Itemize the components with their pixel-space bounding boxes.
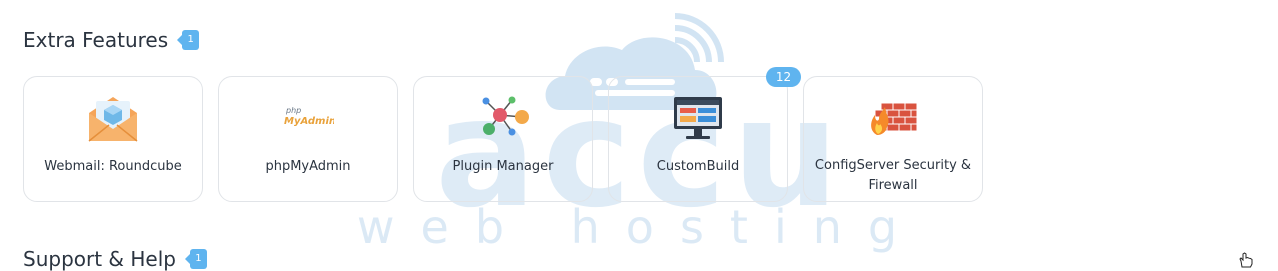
firewall-icon: [871, 102, 918, 135]
watermark-tagline: web hosting: [357, 200, 923, 254]
custombuild-label: CustomBuild: [656, 159, 740, 174]
webmail-roundcube-card[interactable]: Webmail: Roundcube: [23, 76, 203, 202]
hand-cursor-icon: [1239, 252, 1253, 268]
svg-text:MyAdmin: MyAdmin: [284, 116, 334, 127]
configserver-firewall-card[interactable]: ConfigServer Security & Firewall: [803, 76, 983, 202]
phpmyadmin-icon: php MyAdmin: [284, 106, 334, 127]
plugin-manager-label: Plugin Manager: [452, 159, 554, 174]
extra-features-title: Extra Features: [23, 28, 169, 52]
svg-text:php: php: [285, 106, 301, 115]
monitor-icon: [674, 97, 722, 139]
extra-features-count-badge: 1: [177, 30, 200, 50]
mail-icon: [88, 97, 138, 142]
configserver-firewall-label: ConfigServer Security & Firewall: [814, 158, 972, 193]
custombuild-card[interactable]: CustomBuild: [608, 76, 788, 202]
phpmyadmin-card[interactable]: php MyAdmin phpMyAdmin: [218, 76, 398, 202]
plugin-manager-card[interactable]: Plugin Manager: [413, 76, 593, 202]
support-help-title: Support & Help: [23, 247, 176, 271]
webmail-roundcube-label: Webmail: Roundcube: [44, 159, 182, 174]
plugin-network-icon: [482, 96, 529, 136]
support-help-count-badge: 1: [184, 249, 207, 269]
custombuild-count-badge: 12: [766, 67, 801, 87]
extra-features-heading: Extra Features 1: [23, 28, 200, 52]
support-help-heading: Support & Help 1: [23, 247, 207, 271]
phpmyadmin-label: phpMyAdmin: [265, 159, 351, 174]
